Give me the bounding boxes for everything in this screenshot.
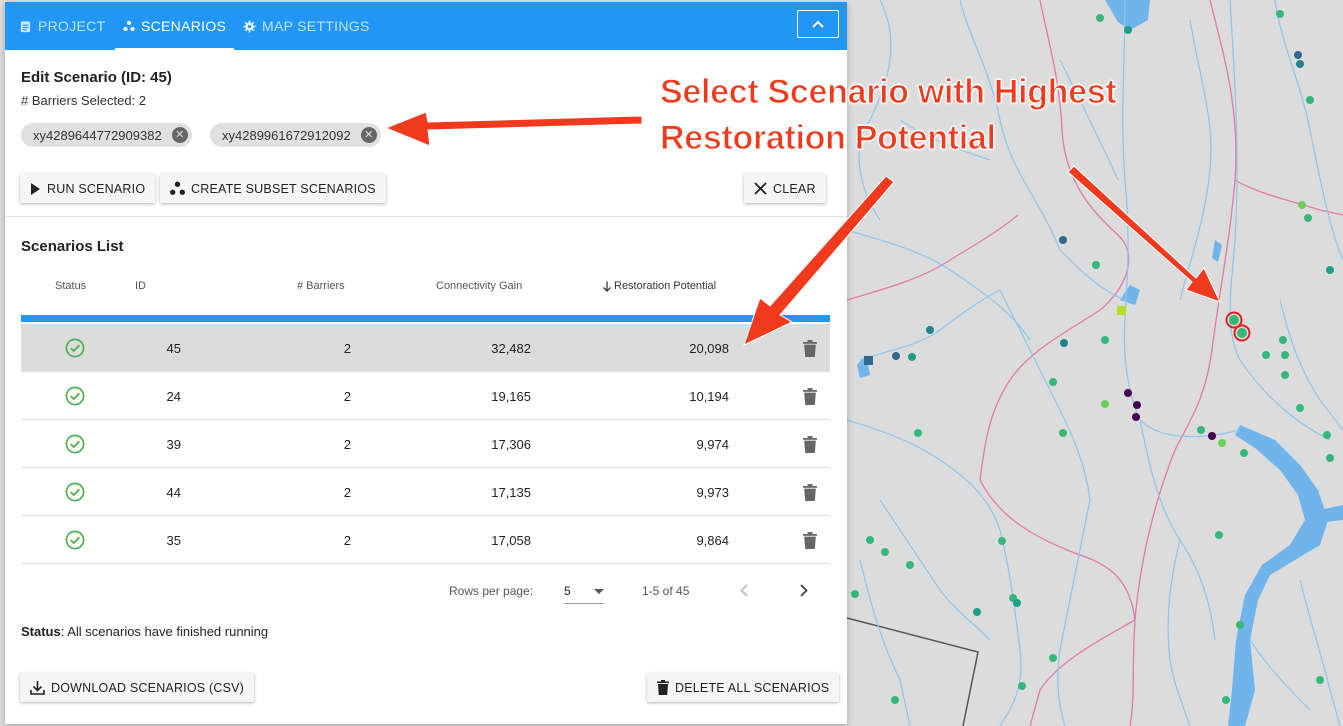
arrow-to-chips <box>384 111 643 147</box>
annotation-arrows <box>384 111 1221 346</box>
arrow-to-map-barriers <box>1067 165 1221 303</box>
arrow-to-top-scenario <box>743 175 895 346</box>
